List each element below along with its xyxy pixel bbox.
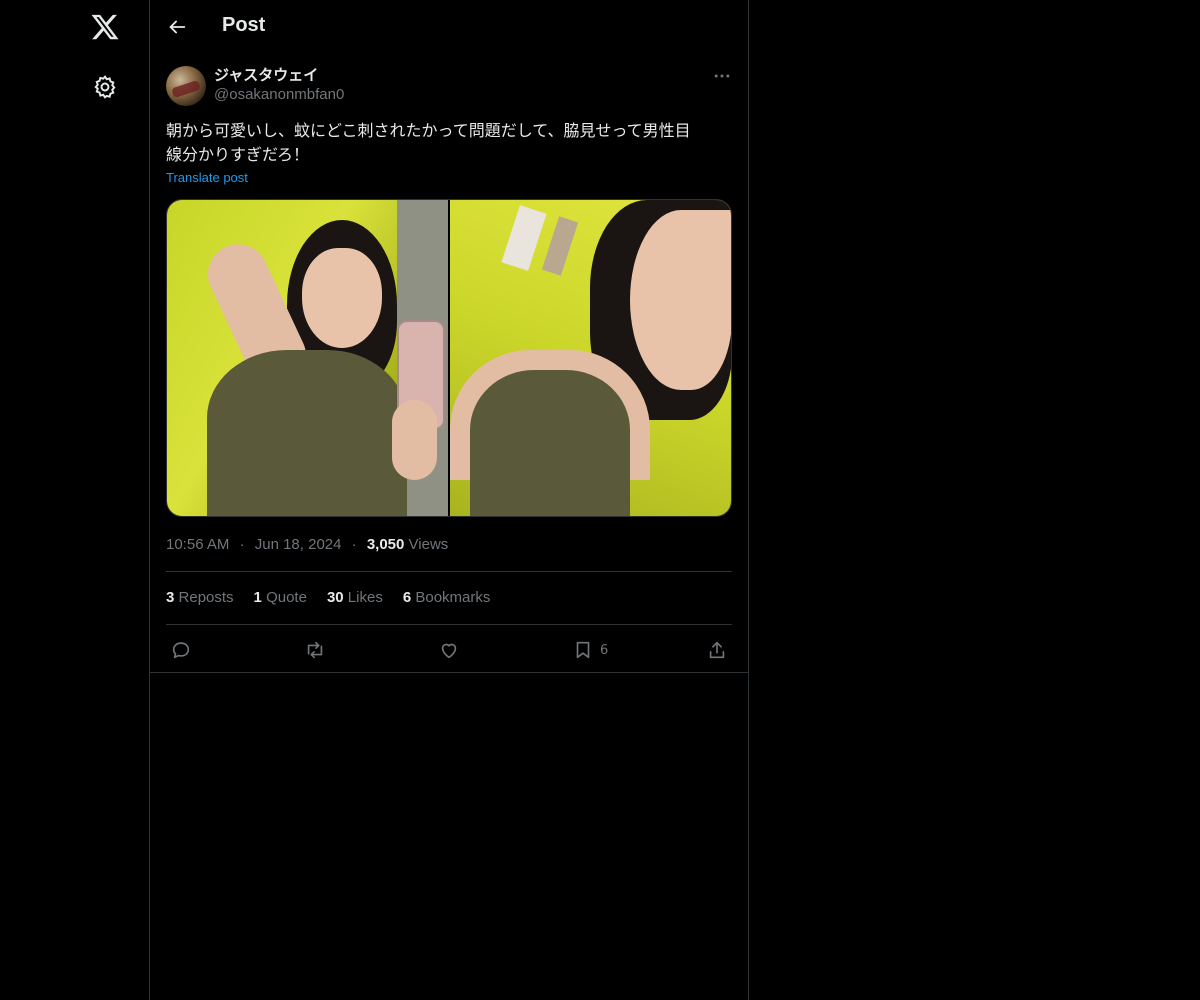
repost-button[interactable] bbox=[304, 638, 326, 662]
reposts-stat[interactable]: 3 Reposts bbox=[166, 589, 234, 606]
views-count: 3,050 bbox=[366, 536, 405, 553]
quotes-count: 1 bbox=[253, 589, 262, 606]
divider bbox=[166, 571, 732, 572]
post-media bbox=[166, 199, 732, 517]
more-options-icon[interactable] bbox=[712, 66, 732, 86]
post-bottom-border bbox=[150, 672, 749, 673]
post-actions: 6 bbox=[166, 638, 732, 662]
reposts-label: Reposts bbox=[178, 589, 234, 606]
post-text: 朝から可愛いし、蚊にどこ刺されたかって問題だして、脇見せって男性目 線分かりすぎ… bbox=[166, 121, 691, 164]
meta-separator: · bbox=[239, 536, 245, 553]
share-button[interactable] bbox=[706, 638, 728, 662]
repost-icon bbox=[307, 641, 323, 659]
settings-gear-icon[interactable] bbox=[92, 74, 118, 100]
post-time[interactable]: 10:56 AM bbox=[166, 536, 229, 553]
author-handle[interactable]: @osakanonmbfan0 bbox=[214, 86, 344, 103]
reply-button[interactable] bbox=[170, 638, 192, 662]
x-logo-icon[interactable] bbox=[90, 12, 120, 42]
reposts-count: 3 bbox=[166, 589, 175, 606]
bookmarks-label: Bookmarks bbox=[415, 589, 491, 606]
engagement-stats: 3 Reposts 1 Quote 30 Likes 6 Bookmarks bbox=[166, 589, 490, 606]
translate-post-link[interactable]: Translate post bbox=[166, 170, 248, 185]
left-nav bbox=[0, 0, 150, 1000]
likes-count: 30 bbox=[326, 589, 344, 606]
views-label: Views bbox=[408, 536, 449, 553]
divider bbox=[166, 624, 732, 625]
quotes-stat[interactable]: 1 Quote bbox=[254, 589, 307, 606]
bookmark-icon bbox=[576, 641, 590, 659]
bookmark-count: 6 bbox=[600, 642, 609, 658]
likes-stat[interactable]: 30 Likes bbox=[327, 589, 383, 606]
likes-label: Likes bbox=[347, 589, 383, 606]
post-header: Post bbox=[150, 0, 749, 54]
post-detail-column: Post ジャスタウェイ @osakanonmbfan0 朝から可愛いし、蚊にど… bbox=[150, 0, 749, 1000]
page-title: Post bbox=[222, 14, 266, 36]
post-photo-1[interactable] bbox=[167, 200, 448, 516]
author-name[interactable]: ジャスタウェイ bbox=[214, 64, 318, 85]
author-avatar[interactable] bbox=[166, 66, 206, 106]
bookmarks-stat[interactable]: 6 Bookmarks bbox=[403, 589, 491, 606]
back-arrow-icon[interactable] bbox=[166, 16, 188, 38]
like-button[interactable] bbox=[438, 638, 460, 662]
bookmark-button[interactable]: 6 bbox=[572, 638, 608, 662]
bookmarks-count: 6 bbox=[402, 589, 412, 606]
heart-icon bbox=[441, 643, 457, 659]
meta-separator: · bbox=[351, 536, 357, 553]
post-date[interactable]: Jun 18, 2024 bbox=[255, 536, 342, 553]
post-meta: 10:56 AM · Jun 18, 2024 · 3,050 Views bbox=[166, 536, 448, 553]
share-icon bbox=[709, 641, 725, 659]
quotes-label: Quote bbox=[266, 589, 307, 606]
post-photo-2[interactable] bbox=[450, 200, 731, 516]
app: Post ジャスタウェイ @osakanonmbfan0 朝から可愛いし、蚊にど… bbox=[0, 0, 1200, 1000]
reply-icon bbox=[172, 642, 190, 659]
